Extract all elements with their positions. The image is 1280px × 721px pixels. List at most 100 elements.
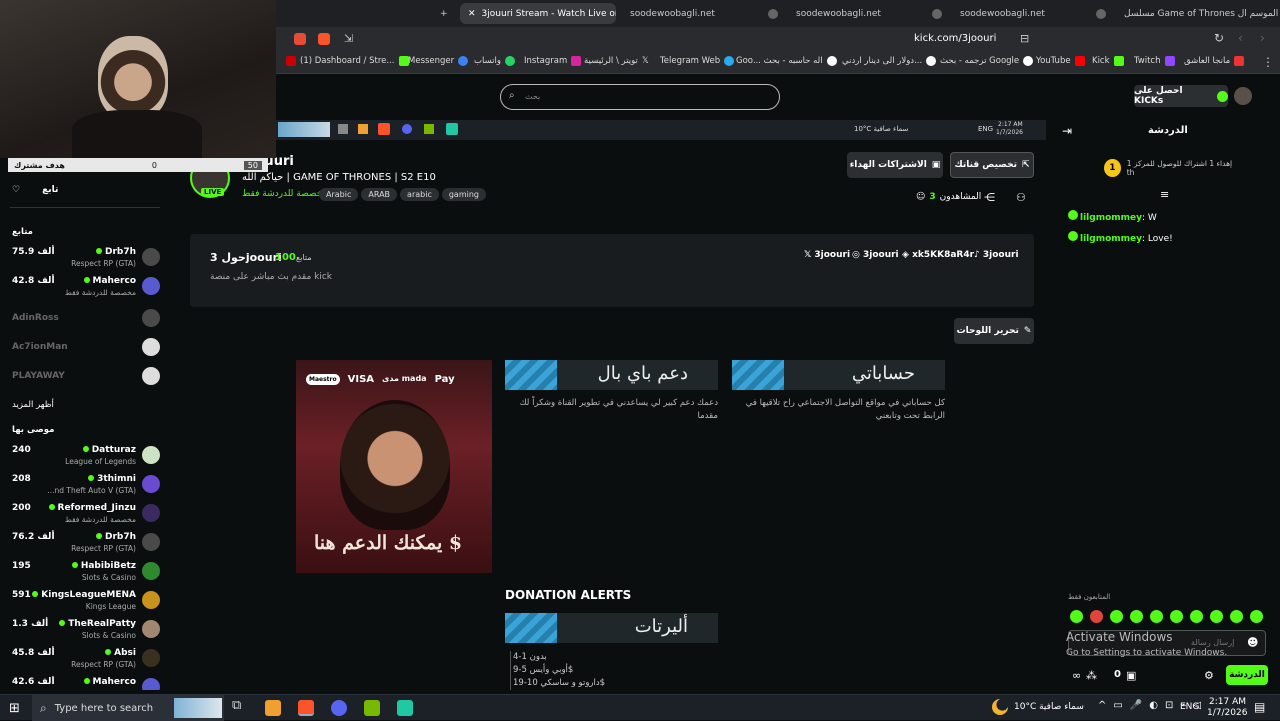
brave-shield-icon[interactable]: [318, 33, 330, 45]
emote-icon[interactable]: [1090, 610, 1103, 623]
avatar: [142, 248, 160, 266]
sidebar-item-playaway[interactable]: PLAYAWAY: [10, 367, 160, 396]
new-tab-button[interactable]: +: [440, 3, 448, 24]
sidebar-item-ac7ionman[interactable]: Ac7ionMan: [10, 338, 160, 367]
notification-icon[interactable]: ▤: [1254, 700, 1265, 714]
pinned-menu-icon[interactable]: ≡: [1160, 188, 1169, 201]
tag[interactable]: ARAB: [361, 188, 398, 201]
task-view-icon[interactable]: ⧉: [232, 698, 248, 714]
share-icon[interactable]: ⋲: [984, 191, 995, 204]
tag[interactable]: Arabic: [319, 188, 359, 201]
forward-icon[interactable]: ›: [1260, 31, 1265, 45]
bookmark-manga[interactable]: مانجا العاشق: [1184, 56, 1245, 66]
sidebar-item-3thimni[interactable]: 208 3thimni ...nd Theft Auto V (GTA): [10, 473, 160, 499]
emote-icon[interactable]: [1070, 610, 1083, 623]
emote-icon[interactable]: [1210, 610, 1223, 623]
sidebar-item-adinross[interactable]: AdinRoss: [10, 309, 160, 338]
points-icon[interactable]: ∞: [1072, 669, 1081, 682]
stream-category[interactable]: مخصصة للدردشة فقط: [242, 189, 327, 199]
bookmark-x[interactable]: تويتر \ الرئيسية 𝕏: [584, 56, 649, 66]
sidebar-item-drb7h[interactable]: 75.9 ألف Drb7h Respect RP (GTA): [10, 246, 160, 272]
sidebar-item-maherco[interactable]: 42.8 ألف Maherco مخصصة للدردشة فقط: [10, 275, 160, 301]
emote-icon[interactable]: [1190, 610, 1203, 623]
url-input[interactable]: kick.com/3joouri: [914, 33, 996, 44]
more-icon[interactable]: ⋮: [1262, 55, 1274, 69]
windows-start-icon[interactable]: ⊞: [9, 701, 20, 716]
collapse-chat-icon[interactable]: ⇥: [1062, 124, 1072, 138]
bookmark-twitch[interactable]: Twitch: [1134, 56, 1175, 66]
tab-got[interactable]: مسلسل Game of Thrones الموسم ال: [1096, 3, 1278, 24]
sidebar-item-therealpatty[interactable]: 1.3 ألف TheRealPatty Slots & Casino: [10, 618, 160, 644]
sidebar-item-datturaz[interactable]: 240 Datturaz League of Legends: [10, 444, 160, 470]
avatar[interactable]: [1234, 87, 1252, 105]
bookmark-kick[interactable]: Kick: [1092, 56, 1124, 66]
bookmark-youtube[interactable]: YouTube: [1036, 56, 1085, 66]
emote-icon[interactable]: [1230, 610, 1243, 623]
tag[interactable]: arabic: [400, 188, 439, 201]
accounts-panel-banner[interactable]: حساباتي: [732, 360, 945, 390]
chat-panel: ⇥ الدردشة 1 إهداء 1 اشتراك للوصول للمركز…: [1052, 116, 1280, 694]
emote-icon[interactable]: [1110, 610, 1123, 623]
file-explorer-icon[interactable]: [265, 700, 281, 716]
paypal-panel-banner[interactable]: دعم باي بال: [505, 360, 718, 390]
app-icon[interactable]: [397, 700, 413, 716]
brave-browser-icon[interactable]: [298, 700, 314, 716]
sidebar-item-absi[interactable]: 45.8 ألف Absi Respect RP (GTA): [10, 647, 160, 673]
sidebar-item-drb7h-rec[interactable]: 76.2 ألف Drb7h Respect RP (GTA): [10, 531, 160, 557]
emote-icon[interactable]: [1170, 610, 1183, 623]
search-input[interactable]: ⌕ بحث: [500, 84, 780, 110]
show-more-link[interactable]: أظهر المزيد: [12, 400, 54, 410]
tag[interactable]: gaming: [441, 188, 486, 201]
bookmark-whatsapp[interactable]: واتساب: [474, 56, 516, 66]
gift-subs-button[interactable]: الاشتراكات الهداء ▣: [847, 152, 943, 178]
settings-icon[interactable]: ⚙: [1204, 669, 1214, 682]
discord-icon[interactable]: [331, 700, 347, 716]
extension-icon[interactable]: [294, 33, 306, 45]
share-icon[interactable]: ⇲: [344, 32, 353, 45]
drops-icon[interactable]: ⁂: [1086, 669, 1097, 682]
taskbar-search-input[interactable]: ⌕ Type here to search: [32, 695, 224, 721]
edit-panels-button[interactable]: تحرير اللوحات ✎: [954, 318, 1034, 344]
follow-user-icon[interactable]: ⚇: [1016, 191, 1026, 204]
send-chat-button[interactable]: الدردشة: [1226, 665, 1268, 685]
emote-icon[interactable]: [1150, 610, 1163, 623]
sidebar-item-habibibetz[interactable]: 195 HabibiBetz Slots & Casino: [10, 560, 160, 586]
avatar: [142, 475, 160, 493]
customize-channel-button[interactable]: تخصيص قناتك ⇱: [950, 152, 1034, 178]
alerts-panel-banner[interactable]: أليرتات: [505, 613, 718, 643]
emote-icon[interactable]: [1130, 610, 1143, 623]
emoji-picker-icon[interactable]: ☻: [1247, 636, 1258, 649]
app-icon: [446, 123, 458, 135]
emote-bar[interactable]: [1070, 610, 1270, 624]
social-discord-link[interactable]: ◈ xk5KK8aR4r: [902, 250, 974, 260]
bookmark-currency[interactable]: دولار الى دينار اردني...: [842, 56, 937, 66]
tab-soodewoo-2[interactable]: soodewoobagli.net: [768, 3, 881, 24]
get-kicks-button[interactable]: احصل على KICKs: [1134, 85, 1228, 107]
emote-icon[interactable]: [1250, 610, 1263, 623]
bookmark-instagram[interactable]: Instagram: [524, 56, 582, 66]
following-heading: متابع: [12, 227, 33, 237]
tab-soodewoo-3[interactable]: soodewoobagli.net: [932, 3, 1045, 24]
sidebar-item-maherco-rec[interactable]: 42.6 ألف Maherco: [10, 676, 160, 690]
bookmark-calculator[interactable]: Goo... اله حاسبه - بحث: [736, 56, 837, 66]
sidebar-item-reformed-jinzu[interactable]: 200 Reformed_Jinzu مخصصة للدردشة فقط: [10, 502, 160, 528]
tab-active[interactable]: ✕ 3jouuri Stream - Watch Live on: [460, 3, 616, 24]
social-tiktok-link[interactable]: ♪ 3joouri: [974, 250, 1019, 260]
video-player[interactable]: 10°C سماء صافية ENG 2:17 AM 1/7/2026: [276, 120, 1046, 140]
bookmark-telegram[interactable]: Telegram Web: [660, 56, 735, 66]
close-icon[interactable]: ✕: [468, 9, 476, 19]
social-instagram-link[interactable]: ◎ 3joouri: [852, 250, 899, 260]
bookmark-messenger[interactable]: Messenger: [408, 56, 469, 66]
nvidia-icon[interactable]: [364, 700, 380, 716]
support-image-panel[interactable]: Maestro VISA مدى mada Pay يمكنك الدعم هن…: [296, 360, 492, 573]
sidebar-item-kingsleaguemena[interactable]: 591 KingsLeagueMENA Kings League: [10, 589, 160, 615]
bookmark-dashboard[interactable]: (1) Dashboard / Stre...: [286, 56, 409, 66]
bookmark-translate[interactable]: ترجمه - بحث Google: [940, 56, 1034, 66]
reload-icon[interactable]: ↻: [1214, 31, 1224, 45]
follow-button[interactable]: ♡ تابع: [12, 185, 58, 195]
gift-icon[interactable]: ▣: [1126, 669, 1136, 682]
gift-leaderboard[interactable]: 1 إهداء 1 اشتراك للوصول للمركز 1 th: [1104, 158, 1234, 178]
social-x-link[interactable]: 𝕏 3joouri: [804, 250, 850, 260]
back-icon[interactable]: ‹: [1238, 31, 1243, 45]
tab-soodewoo-1[interactable]: soodewoobagli.net: [630, 3, 715, 24]
